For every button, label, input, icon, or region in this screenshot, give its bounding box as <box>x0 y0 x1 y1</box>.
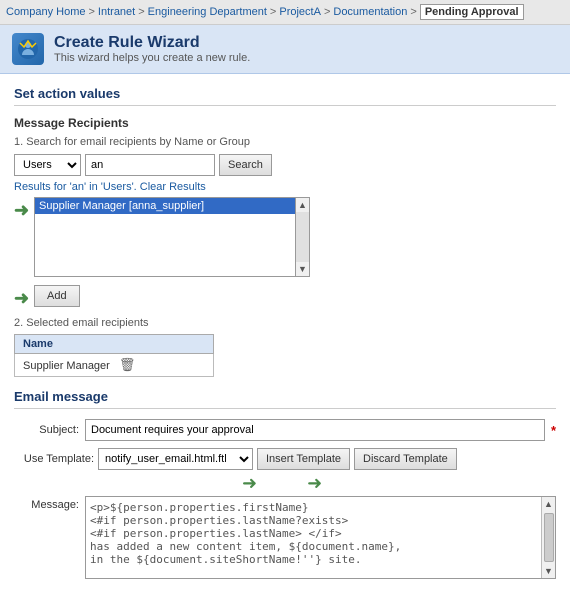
wizard-icon <box>12 33 44 65</box>
results-list[interactable]: Supplier Manager [anna_supplier] <box>34 197 296 277</box>
discard-template-button[interactable]: Discard Template <box>354 448 457 470</box>
breadcrumb-intranet[interactable]: Intranet <box>98 6 135 18</box>
template-select[interactable]: notify_user_email.html.ftl <box>98 448 253 470</box>
results-container: Supplier Manager [anna_supplier] ▲ ▼ <box>34 197 556 277</box>
breadcrumb: Company Home > Intranet > Engineering De… <box>0 0 570 25</box>
results-arrow-icon: ➜ <box>14 200 29 221</box>
search-input[interactable] <box>85 154 215 176</box>
breadcrumb-projecta[interactable]: ProjectA <box>279 6 321 18</box>
name-column-header: Name <box>15 335 214 354</box>
scroll-up-icon[interactable]: ▲ <box>296 198 309 212</box>
wizard-subtitle: This wizard helps you create a new rule. <box>54 52 250 64</box>
message-container: <p>${person.properties.firstName} <#if p… <box>85 496 556 579</box>
insert-template-button[interactable]: Insert Template <box>257 448 350 470</box>
message-label: Message: <box>14 496 79 511</box>
message-textarea[interactable]: <p>${person.properties.firstName} <#if p… <box>86 497 555 575</box>
search-button[interactable]: Search <box>219 154 272 176</box>
template-row: Use Template: notify_user_email.html.ftl… <box>14 448 556 470</box>
subject-label: Subject: <box>14 424 79 436</box>
breadcrumb-engineering[interactable]: Engineering Department <box>148 6 267 18</box>
breadcrumb-company-home[interactable]: Company Home <box>6 6 85 18</box>
recipients-title: Message Recipients <box>14 116 556 130</box>
main-content: Set action values Message Recipients 1. … <box>0 74 570 591</box>
subject-row: Subject: * <box>14 419 556 441</box>
search-row: Users Groups Search <box>14 154 556 176</box>
table-row: Supplier Manager 🗑 <box>15 354 214 377</box>
insert-arrow-icon: ➜ <box>242 473 257 494</box>
template-label: Use Template: <box>14 453 94 465</box>
subject-input[interactable] <box>85 419 545 441</box>
add-arrow-icon: ➜ <box>14 288 29 309</box>
list-item[interactable]: Supplier Manager [anna_supplier] <box>35 198 295 214</box>
recipient-name: Supplier Manager <box>23 360 110 372</box>
discard-arrow-icon: ➜ <box>307 473 322 494</box>
set-action-title: Set action values <box>14 86 556 106</box>
scroll-thumb[interactable] <box>544 513 554 562</box>
results-link[interactable]: Results for 'an' in 'Users'. Clear Resul… <box>14 181 556 193</box>
add-button[interactable]: Add <box>34 285 80 307</box>
step2-label: 2. Selected email recipients <box>14 317 556 329</box>
breadcrumb-active: Pending Approval <box>420 4 524 20</box>
breadcrumb-documentation[interactable]: Documentation <box>333 6 407 18</box>
scroll-down-arrow[interactable]: ▼ <box>542 564 555 578</box>
wizard-title: Create Rule Wizard <box>54 34 250 52</box>
delete-icon[interactable]: 🗑 <box>119 357 136 372</box>
recipients-table: Name Supplier Manager 🗑 <box>14 334 214 377</box>
message-scrollbar[interactable]: ▲ ▼ <box>541 497 555 578</box>
required-star: * <box>551 423 556 438</box>
scroll-up-arrow[interactable]: ▲ <box>542 497 555 511</box>
message-row: Message: <p>${person.properties.firstNam… <box>14 496 556 579</box>
email-section-title: Email message <box>14 389 556 409</box>
scroll-down-icon[interactable]: ▼ <box>296 262 309 276</box>
wizard-header: Create Rule Wizard This wizard helps you… <box>0 25 570 74</box>
step1-label: 1. Search for email recipients by Name o… <box>14 136 556 148</box>
search-type-select[interactable]: Users Groups <box>14 154 81 176</box>
